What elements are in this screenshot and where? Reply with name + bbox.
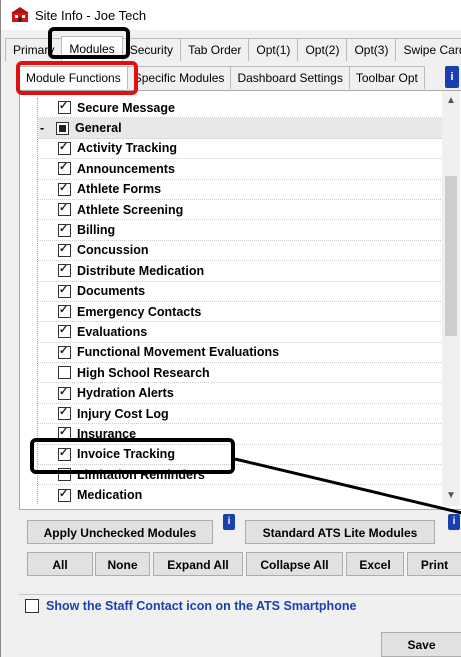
site-info-window: Site Info - Joe Tech Primary Modules Sec…	[0, 0, 461, 657]
annotation-arrow	[234, 457, 461, 515]
